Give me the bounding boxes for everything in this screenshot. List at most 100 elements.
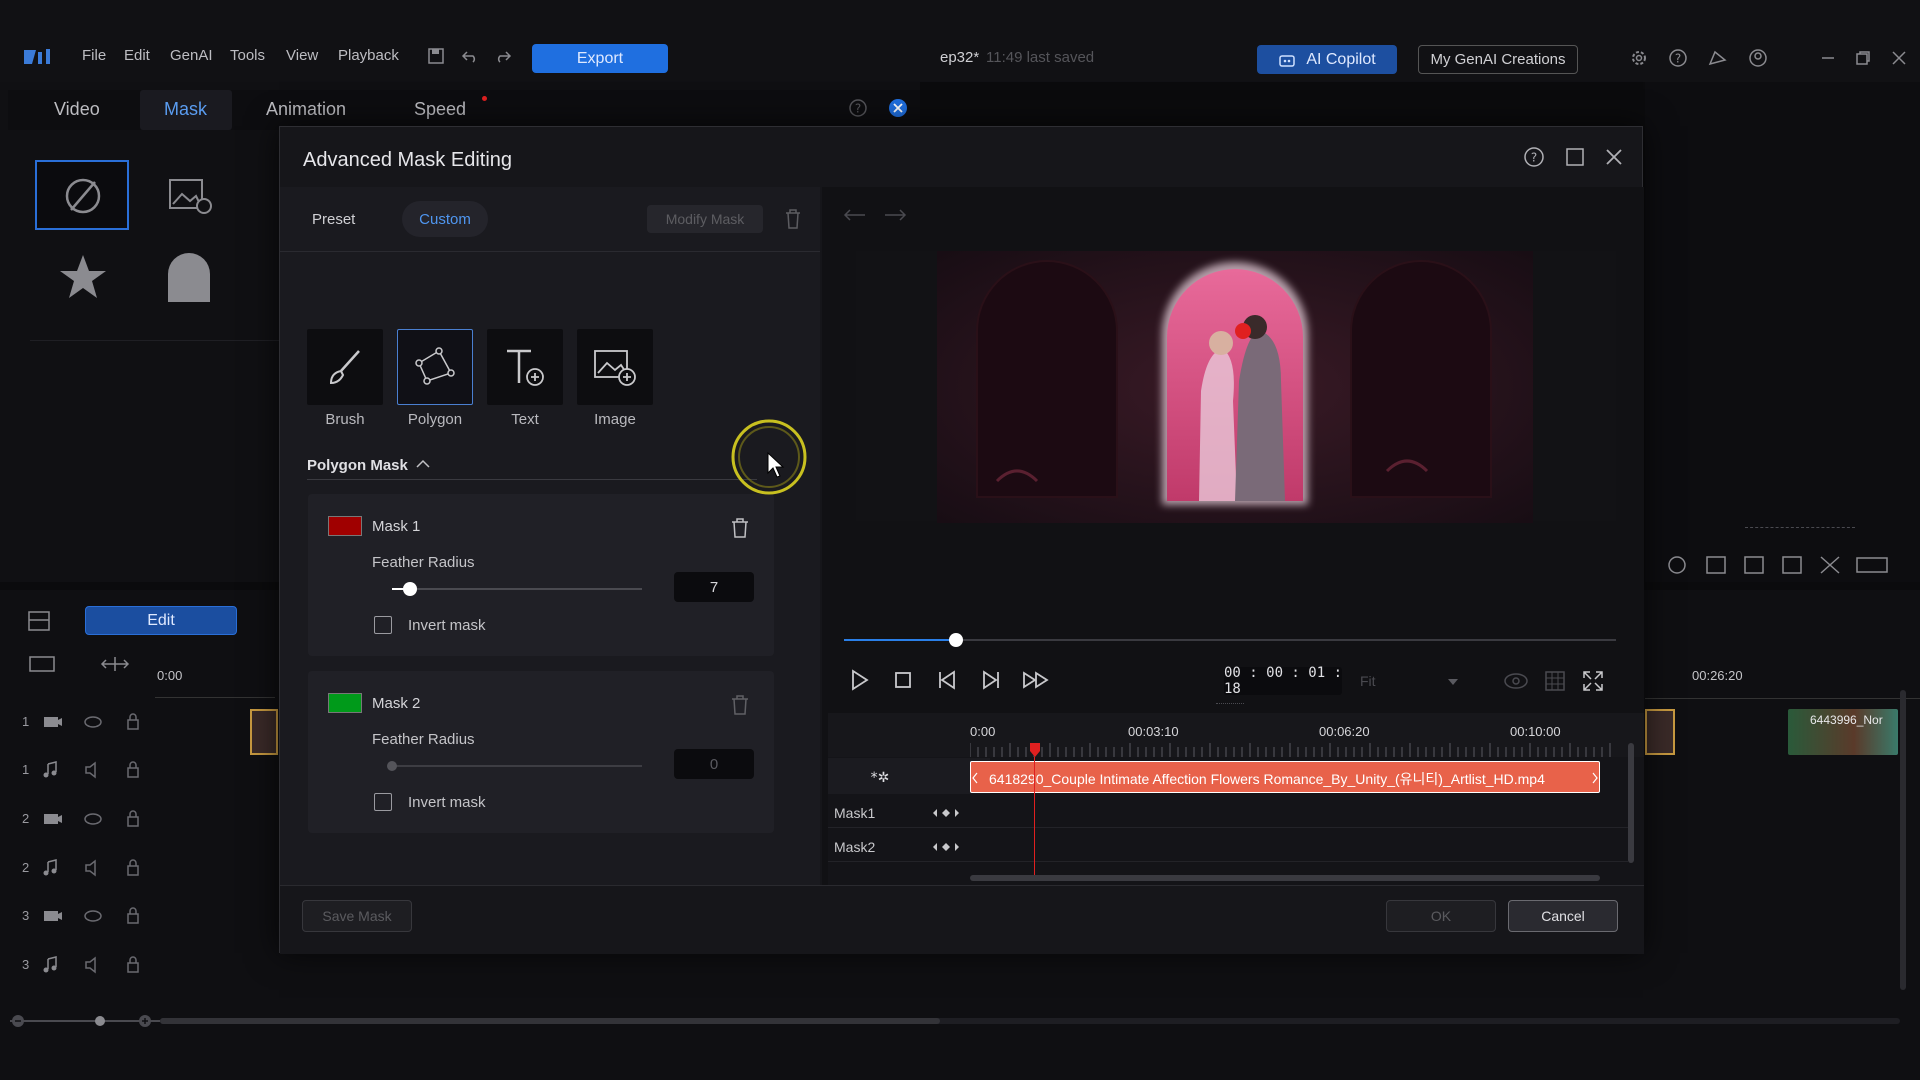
delete-mask-icon[interactable] — [730, 693, 750, 715]
stop-icon[interactable] — [888, 665, 918, 695]
close-panel-icon[interactable] — [888, 98, 908, 118]
menu-tools[interactable]: Tools — [230, 47, 265, 64]
zoom-slider[interactable] — [10, 1012, 170, 1030]
brush-icon — [329, 350, 360, 385]
resize-handle[interactable] — [1216, 703, 1244, 706]
timecode-display[interactable]: 00 : 00 : 01 : 18 — [1224, 665, 1342, 697]
menu-file[interactable]: File — [82, 47, 106, 64]
feather-radius-slider[interactable] — [392, 582, 642, 596]
track-controls-icons — [43, 956, 139, 974]
timeline-horizontal-scrollbar[interactable] — [970, 875, 1600, 881]
playhead-marker[interactable] — [1028, 741, 1042, 759]
fast-forward-icon[interactable] — [1020, 665, 1050, 695]
ai-copilot-button[interactable]: AI Copilot — [1257, 45, 1397, 74]
clip-left-edge[interactable] — [250, 709, 278, 755]
clip-right-edge[interactable] — [1645, 709, 1675, 755]
trash-icon[interactable] — [783, 207, 803, 231]
export-button[interactable]: Export — [532, 44, 668, 73]
minimize-icon[interactable] — [1820, 52, 1836, 64]
feather-radius-input[interactable]: 0 — [674, 749, 754, 779]
invert-mask-checkbox[interactable] — [374, 793, 392, 811]
keyframe-nav-icon[interactable] — [932, 807, 960, 819]
svg-text:?: ? — [855, 102, 861, 116]
tab-custom[interactable]: Custom — [402, 201, 488, 237]
timeline-clip-right[interactable]: 6443996_Nor — [1788, 709, 1898, 755]
tab-preset[interactable]: Preset — [312, 211, 355, 228]
chevron-down-icon — [1448, 679, 1458, 685]
grid-icon[interactable] — [1544, 670, 1566, 692]
ruler-right-label: 00:26:20 — [1692, 668, 1743, 683]
video-preview[interactable] — [937, 251, 1533, 523]
image-tool-button[interactable] — [577, 329, 653, 405]
clip-trim-right-icon[interactable] — [1591, 762, 1599, 793]
arch-mask-icon[interactable] — [164, 252, 214, 304]
horizontal-scrollbar[interactable] — [160, 1018, 1900, 1024]
mask-color-swatch[interactable] — [328, 516, 362, 536]
help-icon[interactable]: ? — [1668, 48, 1688, 68]
feather-radius-slider[interactable] — [387, 761, 642, 771]
settings-gear-icon[interactable] — [1629, 48, 1649, 68]
polygon-tool-button[interactable] — [397, 329, 473, 405]
star-mask-icon[interactable] — [58, 252, 108, 302]
playback-progress-slider[interactable] — [844, 633, 1616, 647]
modify-mask-button[interactable]: Modify Mask — [647, 205, 763, 233]
vertical-scrollbar[interactable] — [1900, 690, 1906, 990]
track-video-1: 1 — [0, 698, 155, 746]
undo-icon[interactable] — [842, 207, 868, 223]
save-mask-button[interactable]: Save Mask — [302, 900, 412, 932]
menu-genai[interactable]: GenAI — [170, 47, 213, 64]
brush-tool-button[interactable] — [307, 329, 383, 405]
add-track-icon[interactable] — [28, 654, 58, 674]
edit-button[interactable]: Edit — [85, 606, 237, 635]
fit-timeline-icon[interactable] — [100, 654, 130, 674]
keyframe-nav-icon[interactable] — [932, 841, 960, 853]
no-mask-option[interactable] — [35, 160, 129, 230]
ok-button[interactable]: OK — [1386, 900, 1496, 932]
play-icon[interactable] — [844, 665, 874, 695]
redo-icon[interactable] — [882, 207, 908, 223]
timeline-settings-icon[interactable] — [27, 610, 51, 632]
mask-card: Mask 2 Feather Radius 0 Invert mask — [308, 671, 774, 833]
account-icon[interactable] — [1748, 48, 1768, 68]
image-mask-icon[interactable] — [168, 176, 214, 216]
fullscreen-icon[interactable] — [1582, 670, 1604, 692]
clip-trim-left-icon[interactable] — [971, 762, 979, 793]
feedback-icon[interactable] — [1707, 48, 1729, 68]
menu-edit[interactable]: Edit — [124, 47, 150, 64]
eye-icon[interactable] — [1502, 671, 1530, 691]
menu-view[interactable]: View — [286, 47, 318, 64]
text-tool-button[interactable] — [487, 329, 563, 405]
ruler-label: 00:03:10 — [1128, 724, 1179, 739]
ruler-start-label: 0:00 — [157, 668, 183, 683]
maximize-icon[interactable] — [1565, 147, 1585, 167]
redo-icon[interactable] — [494, 48, 512, 64]
delete-mask-icon[interactable] — [730, 516, 750, 538]
save-icon[interactable] — [427, 47, 445, 65]
chevron-up-icon[interactable] — [415, 458, 431, 470]
my-genai-creations-button[interactable]: My GenAI Creations — [1418, 45, 1578, 74]
track-video-2: 2 — [0, 795, 155, 843]
undo-icon[interactable] — [461, 48, 479, 64]
help-icon[interactable]: ? — [1523, 146, 1545, 168]
close-app-icon[interactable] — [1891, 50, 1907, 66]
restore-icon[interactable] — [1855, 50, 1871, 66]
close-icon[interactable] — [1604, 147, 1624, 167]
tab-animation[interactable]: Animation — [266, 99, 346, 120]
zoom-select[interactable]: Fit — [1352, 667, 1472, 695]
polygon-point-marker[interactable] — [1235, 323, 1251, 339]
video-clip[interactable]: 6418290_Couple Intimate Affection Flower… — [970, 761, 1600, 793]
cancel-button[interactable]: Cancel — [1508, 900, 1618, 932]
mask-color-swatch[interactable] — [328, 693, 362, 713]
app-logo-icon — [24, 49, 50, 64]
menu-playback[interactable]: Playback — [338, 47, 399, 64]
invert-mask-checkbox[interactable] — [374, 616, 392, 634]
previous-frame-icon[interactable] — [932, 665, 962, 695]
next-frame-icon[interactable] — [976, 665, 1006, 695]
tab-mask[interactable]: Mask — [164, 99, 207, 120]
tab-video[interactable]: Video — [54, 99, 100, 120]
tab-speed[interactable]: Speed — [414, 99, 466, 120]
feather-radius-input[interactable]: 7 — [674, 572, 754, 602]
help-icon-small[interactable]: ? — [848, 98, 868, 118]
track-controls-icons — [43, 761, 139, 779]
timeline-vertical-scrollbar[interactable] — [1628, 743, 1634, 863]
